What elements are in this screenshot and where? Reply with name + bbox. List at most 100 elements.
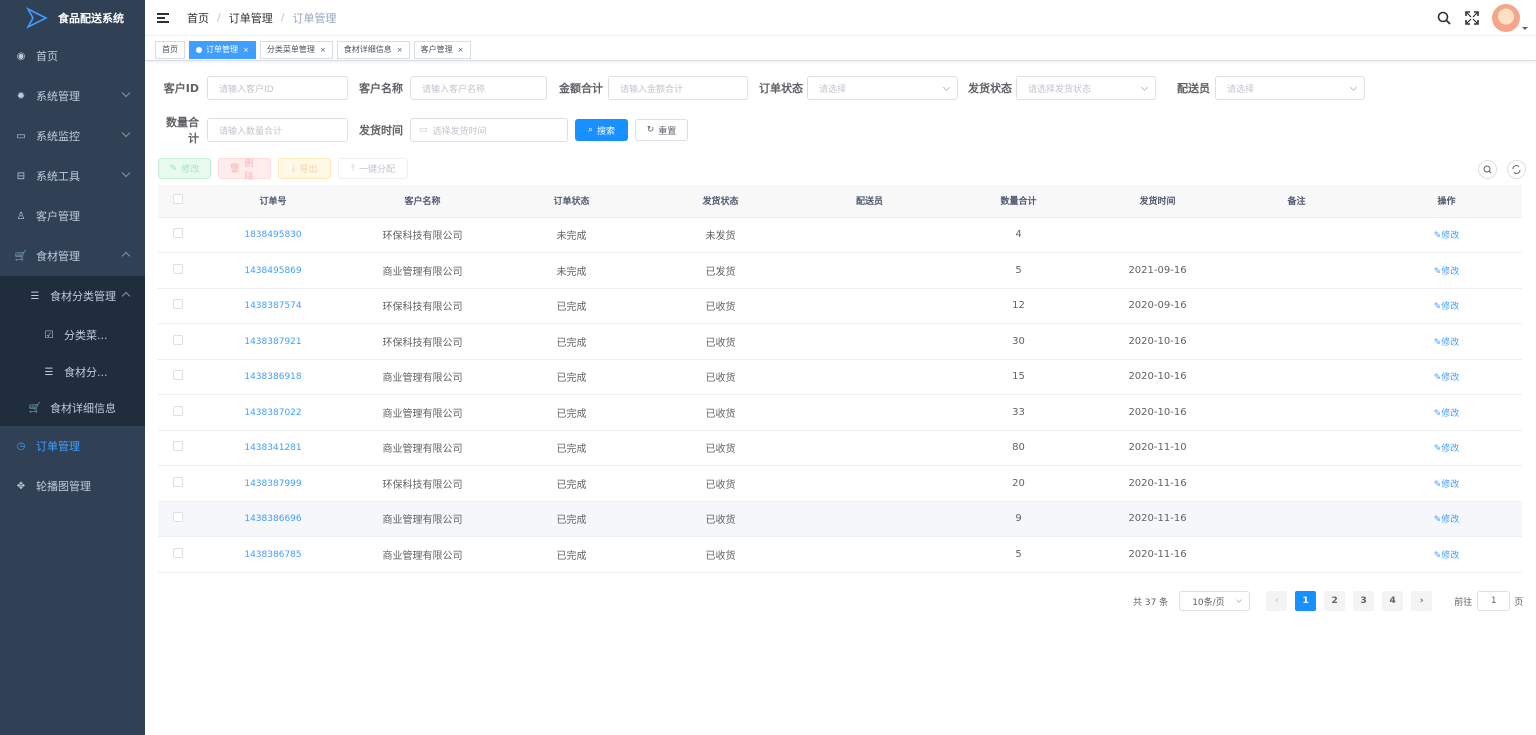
row-edit-button[interactable]: ✎修改 (1434, 551, 1460, 561)
row-edit-button[interactable]: ✎修改 (1434, 231, 1460, 241)
order-id-link[interactable]: 1438387022 (244, 408, 301, 418)
order-id-link[interactable]: 1438341281 (244, 443, 301, 453)
row-edit-button[interactable]: ✎修改 (1434, 515, 1460, 525)
order-status-cell: 已完成 (556, 337, 587, 349)
close-icon[interactable]: × (458, 42, 464, 58)
amount-input[interactable]: 请输入金额合计 (608, 76, 748, 100)
order-status-cell: 已完成 (556, 550, 587, 562)
sidebar-item[interactable]: ⊟ 系统工具 (0, 156, 145, 196)
customer-id-input[interactable]: 请输入客户ID (207, 76, 348, 100)
prev-page-button[interactable]: ‹ (1266, 591, 1288, 611)
row-checkbox[interactable] (173, 476, 183, 487)
action-cell: ✎修改 (1371, 217, 1522, 253)
order-status-cell: 已完成 (556, 302, 587, 314)
row-checkbox[interactable] (173, 334, 183, 345)
select-all-checkbox[interactable] (173, 194, 183, 205)
table-cell: 1838495830 (198, 217, 348, 253)
row-checkbox[interactable] (173, 441, 183, 452)
page-1-button[interactable]: 1 (1295, 591, 1317, 611)
next-page-button[interactable]: › (1411, 591, 1433, 611)
sidebar-item[interactable]: ♙ 客户管理 (0, 196, 145, 236)
sidebar-item[interactable]: ✥ 轮播图管理 (0, 466, 145, 506)
sidebar-item[interactable]: ☰ 食材分... (0, 354, 145, 390)
order-id-link[interactable]: 1438387999 (244, 479, 301, 489)
table-cell: 商业管理有限公司 (348, 394, 497, 431)
tag-category-menu[interactable]: 分类菜单管理 × (259, 40, 333, 59)
table-cell: 1438386918 (198, 359, 348, 395)
tag-ingredient-detail[interactable]: 食材详细信息 × (336, 40, 410, 59)
table-cell: 商业管理有限公司 (348, 430, 497, 466)
order-id-link[interactable]: 1438386785 (244, 550, 301, 560)
order-id-link[interactable]: 1438387921 (244, 337, 301, 347)
sidebar-item[interactable]: 🛒 食材详细信息 (0, 390, 145, 426)
page-3-button[interactable]: 3 (1353, 591, 1375, 611)
hamburger-icon[interactable] (157, 12, 169, 23)
search-button[interactable]: ⌕ 搜索 (575, 119, 628, 141)
tag-order-management[interactable]: 订单管理 × (189, 40, 256, 59)
row-checkbox[interactable] (173, 299, 183, 310)
row-edit-button[interactable]: ✎修改 (1434, 302, 1460, 312)
checkbox-cell (158, 501, 198, 537)
reset-button[interactable]: ↻ 重置 (635, 119, 688, 141)
edit-button[interactable]: ✎ 修改 (158, 158, 211, 179)
row-edit-button[interactable]: ✎修改 (1434, 480, 1460, 490)
row-edit-button[interactable]: ✎修改 (1434, 373, 1460, 383)
courier-select[interactable]: 请选择 (1215, 76, 1365, 100)
fullscreen-icon[interactable] (1464, 10, 1480, 26)
page-size-select[interactable]: 10条/页 (1179, 591, 1251, 611)
sidebar-item[interactable]: ◉ 首页 (0, 36, 145, 76)
tag-home[interactable]: 首页 (155, 40, 185, 59)
quantity-input[interactable]: 请输入数量合计 (207, 118, 348, 142)
sidebar-item[interactable]: ☑ 分类菜... (0, 316, 145, 354)
search-icon (1483, 165, 1492, 174)
avatar[interactable] (1492, 4, 1528, 32)
order-id-link[interactable]: 1438386918 (244, 372, 301, 382)
sidebar-item[interactable]: ☰ 食材分类管理 (0, 276, 145, 316)
ship-status-select[interactable]: 请选择发货状态 (1016, 76, 1156, 100)
app-logo[interactable]: 食品配送系统 (0, 0, 145, 36)
list-icon: ☰ (44, 366, 54, 378)
row-checkbox[interactable] (173, 228, 183, 239)
ship-status-cell: 已收货 (705, 373, 736, 385)
row-edit-button[interactable]: ✎修改 (1434, 338, 1460, 348)
sidebar-item-label: 食材详细信息 (50, 402, 116, 415)
sidebar-item[interactable]: ▭ 系统监控 (0, 116, 145, 156)
sidebar-item[interactable]: ◷ 订单管理 (0, 426, 145, 466)
sidebar-item[interactable]: ✹ 系统管理 (0, 76, 145, 116)
order-id-link[interactable]: 1438386696 (244, 514, 301, 524)
row-edit-button[interactable]: ✎修改 (1434, 409, 1460, 419)
page-2-button[interactable]: 2 (1324, 591, 1346, 611)
export-button[interactable]: ⤓ 导出 (278, 158, 331, 179)
row-edit-button[interactable]: ✎修改 (1434, 267, 1460, 277)
delete-button[interactable]: 🗑 删除 (218, 158, 271, 182)
tag-customer-management[interactable]: 客户管理 × (413, 40, 471, 59)
page-4-button[interactable]: 4 (1382, 591, 1404, 611)
order-status-select[interactable]: 请选择 (807, 76, 958, 100)
row-edit-button[interactable]: ✎修改 (1434, 444, 1460, 454)
sidebar-item[interactable]: 🛒 食材管理 (0, 236, 145, 276)
refresh-button[interactable] (1507, 160, 1526, 179)
order-id-link[interactable]: 1438495869 (244, 266, 301, 276)
breadcrumb-item[interactable]: 首页 (187, 10, 209, 26)
order-id-link[interactable]: 1438387574 (244, 301, 301, 311)
row-checkbox[interactable] (173, 405, 183, 416)
goto-page-input[interactable]: 1 (1477, 591, 1511, 611)
row-checkbox[interactable] (173, 512, 183, 523)
table-cell: 2020-10-16 (1093, 323, 1222, 360)
ship-time-cell: 2020-11-16 (1128, 548, 1187, 560)
toggle-search-button[interactable] (1478, 160, 1497, 179)
row-checkbox[interactable] (173, 370, 183, 381)
search-icon[interactable] (1436, 10, 1452, 26)
close-icon[interactable]: × (320, 42, 326, 58)
assign-button[interactable]: ⤒ 一键分配 (338, 158, 408, 179)
row-checkbox[interactable] (173, 263, 183, 274)
customer-name-input[interactable]: 请输入客户名称 (410, 76, 547, 100)
row-checkbox[interactable] (173, 547, 183, 558)
order-id-link[interactable]: 1838495830 (244, 230, 301, 240)
close-icon[interactable]: × (243, 42, 249, 58)
table-row: 1438387999 环保科技有限公司 已完成 已收货 20 2020-11-16 ✎修改 (158, 465, 1522, 502)
close-icon[interactable]: × (397, 42, 403, 58)
order-status-cell: 已完成 (556, 479, 587, 491)
table-cell: 商业管理有限公司 (348, 536, 497, 573)
ship-time-picker[interactable]: ▭ 选择发货时间 (410, 118, 568, 142)
